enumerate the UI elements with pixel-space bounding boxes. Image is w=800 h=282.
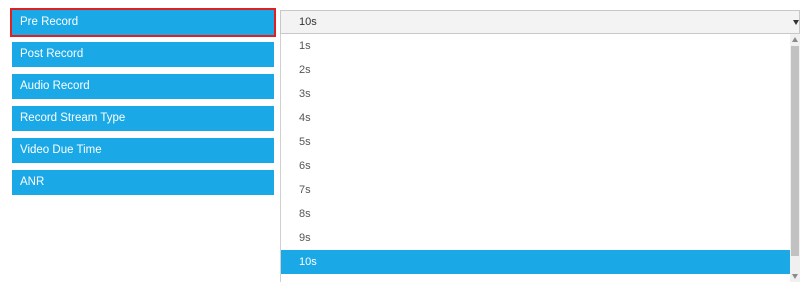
dropdown-option[interactable]: 9s: [281, 226, 790, 250]
select-current-value: 10s: [299, 16, 317, 28]
dropdown-option[interactable]: 2s: [281, 58, 790, 82]
dropdown-option[interactable]: 8s: [281, 202, 790, 226]
scroll-down-arrow-icon[interactable]: [792, 274, 798, 279]
settings-label-column: Pre Record Post Record Audio Record Reco…: [10, 8, 276, 202]
dropdown-option[interactable]: 7s: [281, 178, 790, 202]
label-pre-record: Pre Record: [10, 8, 276, 37]
label-post-record: Post Record: [12, 42, 274, 67]
label-anr: ANR: [12, 170, 274, 195]
chevron-down-icon[interactable]: [793, 20, 799, 25]
scrollbar-thumb[interactable]: [791, 46, 799, 256]
scroll-up-arrow-icon[interactable]: [792, 37, 798, 42]
dropdown-option[interactable]: 1s: [281, 34, 790, 58]
dropdown-option[interactable]: 6s: [281, 154, 790, 178]
pre-record-select[interactable]: 10s: [280, 10, 800, 34]
dropdown-option[interactable]: 3s: [281, 82, 790, 106]
pre-record-settings-panel: Pre Record Post Record Audio Record Reco…: [0, 0, 800, 282]
label-record-stream-type: Record Stream Type: [12, 106, 274, 131]
dropdown-option[interactable]: 4s: [281, 106, 790, 130]
dropdown-scrollbar[interactable]: [790, 34, 800, 282]
dropdown-option-selected[interactable]: 10s: [281, 250, 790, 274]
label-video-due-time: Video Due Time: [12, 138, 274, 163]
pre-record-dropdown-list: 1s 2s 3s 4s 5s 6s 7s 8s 9s 10s: [280, 34, 790, 282]
dropdown-option[interactable]: 5s: [281, 130, 790, 154]
label-audio-record: Audio Record: [12, 74, 274, 99]
